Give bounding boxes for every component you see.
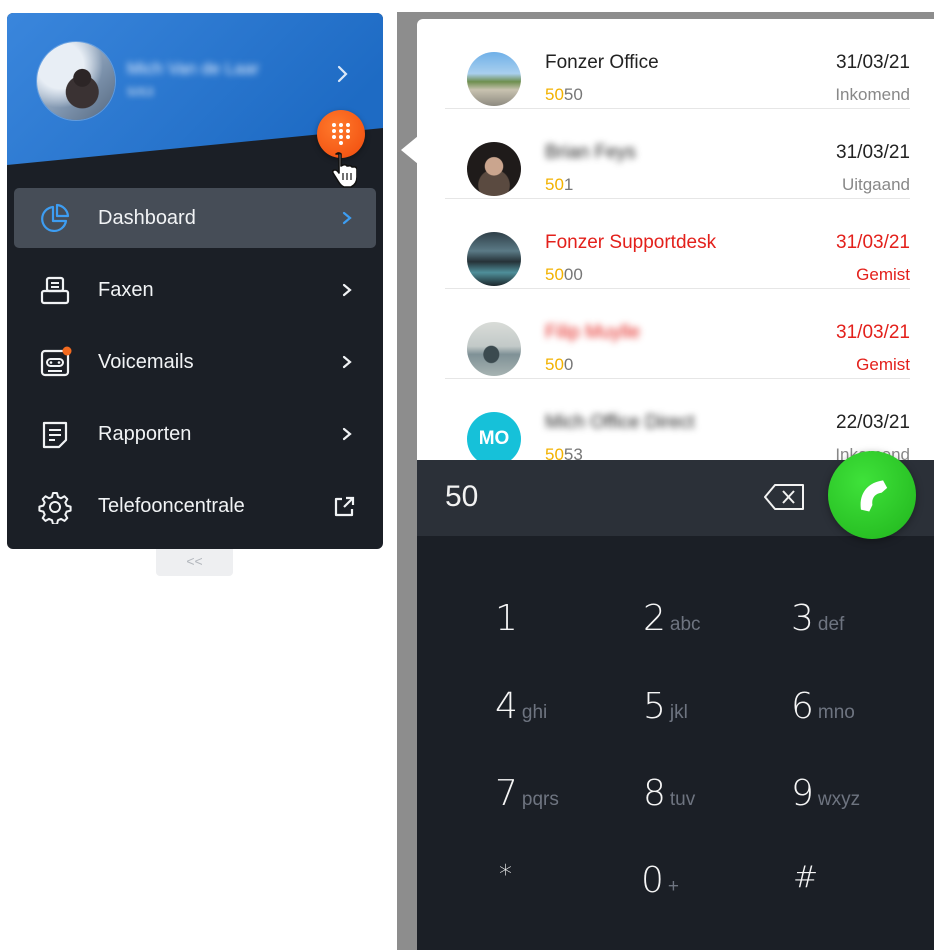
- user-extension: 5053: [127, 85, 154, 99]
- call-row[interactable]: Brian Feys 501 31/03/21 Uitgaand: [445, 109, 910, 199]
- sidebar: Mich Van de Laar 5053 Dashboard Faxen Vo…: [7, 13, 383, 549]
- contact-initials-avatar: MO: [467, 412, 521, 466]
- dialpad-key-8[interactable]: 8 tuv: [643, 773, 773, 823]
- call-row[interactable]: MO Mich Office Direct 5053 22/03/21 Inko…: [445, 379, 910, 469]
- call-row[interactable]: Filip Muylle 500 31/03/21 Gemist: [445, 289, 910, 379]
- dialpad-key-hash[interactable]: #: [793, 860, 923, 910]
- chevron-right-icon: [342, 211, 352, 225]
- dialer: 50 1 2 abc 3 def 4 ghi 5 jkl 6 mno 7 pqrs 8 tuv…: [417, 451, 934, 950]
- contact-avatar: [467, 232, 521, 286]
- call-date: 31/03/21: [836, 232, 910, 253]
- profile-header: Mich Van de Laar 5053: [7, 13, 383, 213]
- dialpad-key-9[interactable]: 9 wxyz: [791, 773, 921, 823]
- user-avatar[interactable]: [37, 42, 115, 120]
- sidebar-item-label: Dashboard: [98, 207, 196, 229]
- sidebar-item-faxen[interactable]: Faxen: [14, 260, 376, 320]
- collapse-sidebar-button[interactable]: <<: [156, 549, 233, 576]
- chevron-right-icon[interactable]: [334, 63, 352, 85]
- sidebar-item-rapporten[interactable]: Rapporten: [14, 404, 376, 464]
- call-date: 31/03/21: [836, 322, 910, 343]
- panel-pointer: [401, 136, 418, 164]
- pie-chart-icon: [41, 203, 70, 233]
- chevron-right-icon: [342, 355, 352, 369]
- hand-cursor-icon: [331, 152, 357, 188]
- call-direction: Gemist: [856, 355, 910, 374]
- fax-icon: [40, 276, 70, 305]
- gear-icon: [38, 492, 72, 524]
- dialpad-key-4[interactable]: 4 ghi: [495, 686, 625, 736]
- dialpad-key-0[interactable]: 0 +: [641, 860, 771, 910]
- sidebar-item-voicemails[interactable]: Voicemails: [14, 332, 376, 392]
- sidebar-item-dashboard[interactable]: Dashboard: [14, 188, 376, 248]
- recent-calls-list: Fonzer Office 5050 31/03/21 Inkomend Bri…: [417, 19, 934, 469]
- dialpad-key-5[interactable]: 5 jkl: [643, 686, 773, 736]
- contact-name: Brian Feys: [545, 142, 636, 163]
- voicemail-icon: [40, 346, 72, 377]
- call-direction: Uitgaand: [841, 175, 910, 194]
- dial-number-input[interactable]: 50: [445, 480, 478, 514]
- backspace-icon[interactable]: [763, 482, 807, 512]
- dialpad-key-star[interactable]: *: [499, 860, 629, 910]
- dialpad-icon: [332, 123, 350, 145]
- phone-icon: [860, 480, 888, 512]
- call-direction: Gemist: [856, 265, 910, 284]
- external-link-icon: [334, 496, 355, 517]
- contact-number: 5050: [545, 85, 583, 104]
- contact-name: Fonzer Supportdesk: [545, 232, 717, 253]
- call-date: 31/03/21: [836, 142, 910, 163]
- contact-number: 500: [545, 355, 574, 374]
- contact-avatar: [467, 322, 521, 376]
- dialpad-key-3[interactable]: 3 def: [791, 598, 921, 648]
- contact-number: 5000: [545, 265, 583, 284]
- call-button[interactable]: [828, 451, 916, 539]
- sidebar-menu: Dashboard Faxen Voicemails Rapporten Tel…: [14, 188, 376, 548]
- user-name[interactable]: Mich Van de Laar: [127, 59, 259, 79]
- dialpad-key-7[interactable]: 7 pqrs: [495, 773, 625, 823]
- contact-name: Fonzer Office: [545, 52, 659, 73]
- sidebar-item-label: Voicemails: [98, 351, 194, 373]
- sidebar-item-label: Telefooncentrale: [98, 495, 245, 517]
- dialpad-key-1[interactable]: 1: [495, 598, 625, 648]
- contact-avatar: [467, 52, 521, 106]
- call-date: 31/03/21: [836, 52, 910, 73]
- dialpad-key-2[interactable]: 2 abc: [643, 598, 773, 648]
- sidebar-item-label: Faxen: [98, 279, 154, 301]
- call-panel: Fonzer Office 5050 31/03/21 Inkomend Bri…: [417, 19, 934, 950]
- contact-avatar: [467, 142, 521, 196]
- contact-name: Filip Muylle: [545, 322, 641, 343]
- chevron-right-icon: [342, 283, 352, 297]
- contact-name: Mich Office Direct: [545, 412, 695, 433]
- call-direction: Inkomend: [835, 85, 910, 104]
- chevron-right-icon: [342, 427, 352, 441]
- report-icon: [42, 421, 68, 449]
- contact-number: 501: [545, 175, 574, 194]
- call-row[interactable]: Fonzer Office 5050 31/03/21 Inkomend: [445, 19, 910, 109]
- call-date: 22/03/21: [836, 412, 910, 433]
- sidebar-item-telefooncentrale[interactable]: Telefooncentrale: [14, 476, 376, 536]
- sidebar-item-label: Rapporten: [98, 423, 192, 445]
- call-row[interactable]: Fonzer Supportdesk 5000 31/03/21 Gemist: [445, 199, 910, 289]
- dialpad-key-6[interactable]: 6 mno: [791, 686, 921, 736]
